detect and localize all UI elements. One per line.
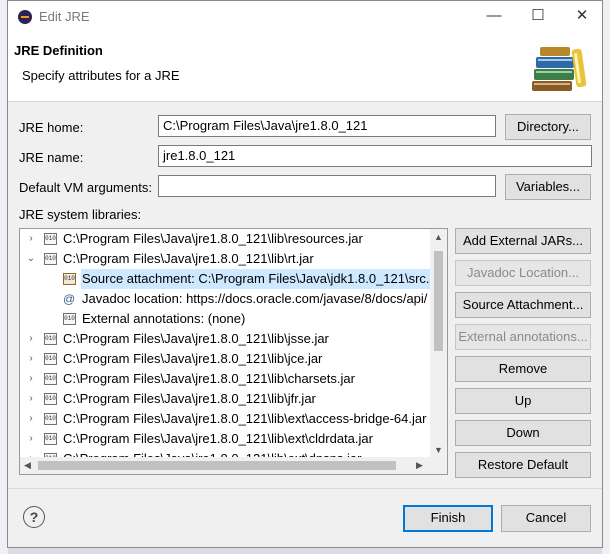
tree-child-item[interactable]: @ Javadoc location: https://docs.oracle.c… (20, 289, 430, 309)
source-attachment-icon: 010 (63, 273, 76, 285)
background-window-right (602, 0, 610, 554)
jar-icon: 010 (44, 373, 57, 385)
scroll-down-arrow-icon[interactable]: ▼ (434, 445, 443, 455)
header-description: Specify attributes for a JRE (22, 68, 180, 83)
jre-home-input[interactable]: C:\Program Files\Java\jre1.8.0_121 (158, 115, 496, 137)
tree-library-item[interactable]: ⌄ 010 C:\Program Files\Java\jre1.8.0_121\l… (20, 249, 430, 269)
vm-arguments-input[interactable] (158, 175, 496, 197)
jar-icon: 010 (44, 413, 57, 425)
jre-name-label: JRE name: (19, 150, 84, 165)
down-button[interactable]: Down (455, 420, 591, 446)
tree-item-label: External annotations: (none) (82, 311, 246, 326)
tree-library-item[interactable]: › 010 C:\Program Files\Java\jre1.8.0_121\l… (20, 229, 430, 249)
jar-icon: 010 (44, 353, 57, 365)
tree-item-label: C:\Program Files\Java\jre1.8.0_121\lib\j… (63, 391, 316, 406)
expand-toggle-icon[interactable]: › (25, 389, 37, 409)
expand-toggle-icon[interactable]: › (25, 329, 37, 349)
scrollbar-corner (430, 457, 447, 474)
tree-library-item[interactable]: › 010 C:\Program Files\Java\jre1.8.0_121\l… (20, 389, 430, 409)
jar-icon: 010 (44, 333, 57, 345)
horizontal-scrollbar[interactable]: ◀ ▶ (20, 457, 432, 474)
tree-library-item[interactable]: › 010 C:\Program Files\Java\jre1.8.0_121\l… (20, 369, 430, 389)
external-annotations-button[interactable]: External annotations... (455, 324, 591, 350)
expand-toggle-icon[interactable]: › (25, 349, 37, 369)
tree-item-label: Source attachment: C:\Program Files\Java… (81, 269, 447, 289)
finish-button[interactable]: Finish (403, 505, 493, 532)
edit-jre-dialog: Edit JRE — ☐ ✕ JRE Definition Specify at… (7, 0, 603, 548)
tree-item-label: C:\Program Files\Java\jre1.8.0_121\lib\e… (63, 411, 427, 426)
expand-toggle-icon[interactable]: › (25, 409, 37, 429)
dialog-header: JRE Definition Specify attributes for a … (8, 33, 602, 102)
minimize-button[interactable]: — (472, 1, 516, 33)
library-books-icon (532, 47, 587, 91)
add-external-jars-button[interactable]: Add External JARs... (455, 228, 591, 254)
tree-item-label: Javadoc location: https://docs.oracle.co… (82, 291, 428, 306)
scroll-up-arrow-icon[interactable]: ▲ (434, 232, 443, 242)
javadoc-icon: @ (63, 292, 76, 306)
remove-button[interactable]: Remove (455, 356, 591, 382)
restore-default-button[interactable]: Restore Default (455, 452, 591, 478)
source-attachment-button[interactable]: Source Attachment... (455, 292, 591, 318)
window-title: Edit JRE (39, 9, 90, 24)
system-libraries-label: JRE system libraries: (19, 207, 142, 222)
tree-item-label: C:\Program Files\Java\jre1.8.0_121\lib\r… (63, 231, 363, 246)
tree-item-label: C:\Program Files\Java\jre1.8.0_121\lib\c… (63, 371, 355, 386)
footer-separator (8, 488, 602, 489)
cancel-button[interactable]: Cancel (501, 505, 591, 532)
tree-item-label: C:\Program Files\Java\jre1.8.0_121\lib\r… (63, 251, 314, 266)
help-icon[interactable]: ? (23, 506, 45, 528)
tree-library-item[interactable]: › 010 C:\Program Files\Java\jre1.8.0_121\l… (20, 329, 430, 349)
tree-child-item[interactable]: 010 External annotations: (none) (20, 309, 430, 329)
jar-icon: 010 (44, 433, 57, 445)
header-title: JRE Definition (14, 43, 103, 58)
jar-icon: 010 (44, 253, 57, 265)
jar-icon: 010 (44, 393, 57, 405)
tree-child-item[interactable]: 010 Source attachment: C:\Program Files\J… (20, 269, 447, 289)
eclipse-icon (18, 10, 32, 24)
collapse-toggle-icon[interactable]: ⌄ (25, 249, 37, 269)
close-button[interactable]: ✕ (560, 1, 604, 33)
annotations-icon: 010 (63, 313, 76, 325)
tree-item-label: C:\Program Files\Java\jre1.8.0_121\lib\e… (63, 431, 373, 446)
horizontal-scroll-thumb[interactable] (38, 461, 396, 470)
system-libraries-tree[interactable]: › 010 C:\Program Files\Java\jre1.8.0_121\l… (19, 228, 448, 475)
title-bar: Edit JRE — ☐ ✕ (8, 1, 602, 33)
tree-library-item[interactable]: › 010 C:\Program Files\Java\jre1.8.0_121\l… (20, 429, 430, 449)
scroll-left-arrow-icon[interactable]: ◀ (24, 460, 31, 471)
up-button[interactable]: Up (455, 388, 591, 414)
scroll-right-arrow-icon[interactable]: ▶ (416, 460, 423, 471)
tree-library-item[interactable]: › 010 C:\Program Files\Java\jre1.8.0_121\l… (20, 409, 430, 429)
tree-library-item[interactable]: › 010 C:\Program Files\Java\jre1.8.0_121\l… (20, 349, 430, 369)
expand-toggle-icon[interactable]: › (25, 369, 37, 389)
expand-toggle-icon[interactable]: › (25, 229, 37, 249)
jre-name-input[interactable]: jre1.8.0_121 (158, 145, 592, 167)
jre-home-label: JRE home: (19, 120, 84, 135)
vm-arguments-label: Default VM arguments: (19, 180, 152, 195)
expand-toggle-icon[interactable]: › (25, 429, 37, 449)
directory-button[interactable]: Directory... (505, 114, 591, 140)
vertical-scrollbar[interactable]: ▲ ▼ (430, 229, 447, 458)
tree-item-label: C:\Program Files\Java\jre1.8.0_121\lib\j… (63, 351, 323, 366)
maximize-button[interactable]: ☐ (516, 1, 560, 33)
variables-button[interactable]: Variables... (505, 174, 591, 200)
vertical-scroll-thumb[interactable] (434, 251, 443, 351)
javadoc-location-button[interactable]: Javadoc Location... (455, 260, 591, 286)
tree-item-label: C:\Program Files\Java\jre1.8.0_121\lib\j… (63, 331, 329, 346)
jar-icon: 010 (44, 233, 57, 245)
